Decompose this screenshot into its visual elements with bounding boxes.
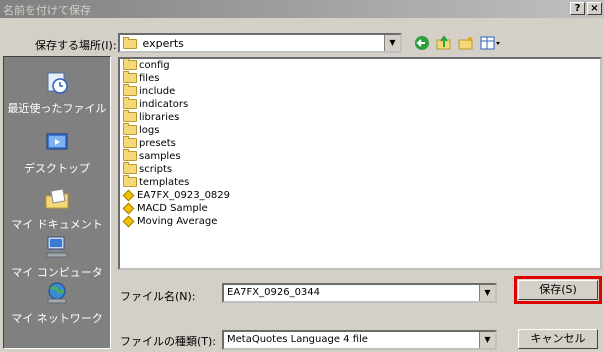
place-recent-files-label: 最近使ったファイル xyxy=(7,102,107,115)
expert-advisor-icon xyxy=(122,202,135,214)
my-network-icon xyxy=(47,282,67,304)
chevron-down-icon[interactable]: ▼ xyxy=(479,332,495,348)
place-my-computer-label: マイ コンピュータ xyxy=(11,266,103,279)
folder-icon xyxy=(123,136,137,148)
list-item[interactable]: presets xyxy=(123,136,176,150)
list-item[interactable]: indicators xyxy=(123,97,188,111)
help-button[interactable]: ? xyxy=(570,2,585,15)
save-location-value: experts xyxy=(142,37,184,50)
list-item[interactable]: MACD Sample xyxy=(122,202,208,215)
folder-icon xyxy=(123,175,137,187)
desktop-icon xyxy=(46,133,68,150)
expert-advisor-icon xyxy=(122,189,135,201)
place-my-computer[interactable]: マイ コンピュータ xyxy=(4,235,110,280)
list-item[interactable]: include xyxy=(123,84,175,98)
folder-icon xyxy=(123,59,137,70)
view-menu-icon[interactable] xyxy=(480,35,502,51)
title-bar[interactable]: 名前を付けて保存 ? × xyxy=(0,0,604,18)
back-icon[interactable] xyxy=(414,35,430,51)
folder-icon xyxy=(123,84,137,96)
list-item[interactable]: samples xyxy=(123,149,181,163)
list-item[interactable]: Moving Average xyxy=(122,215,217,228)
folder-icon xyxy=(123,71,137,83)
window-title: 名前を付けて保存 xyxy=(3,4,91,17)
folder-icon xyxy=(123,123,137,135)
list-item[interactable]: EA7FX_0923_0829 xyxy=(122,189,230,202)
folder-icon xyxy=(123,110,137,122)
expert-advisor-icon xyxy=(122,215,135,227)
place-desktop-label: デスクトップ xyxy=(24,162,90,175)
list-item[interactable]: libraries xyxy=(123,110,179,124)
place-my-documents[interactable]: マイ ドキュメント xyxy=(4,187,110,232)
recent-files-icon xyxy=(47,72,68,94)
save-location-label: 保存する場所(I): xyxy=(35,39,117,52)
places-bar: 最近使ったファイル デスクトップ マイ ドキュメント マイ コンピュータ マイ … xyxy=(3,56,111,349)
list-item[interactable]: scripts xyxy=(123,162,172,176)
filename-value: EA7FX_0926_0344 xyxy=(227,287,321,298)
list-item[interactable]: templates xyxy=(123,175,189,189)
place-my-network[interactable]: マイ ネットワーク xyxy=(4,281,110,326)
filetype-value: MetaQuotes Language 4 file xyxy=(227,334,368,345)
my-documents-icon xyxy=(45,188,69,209)
filename-label: ファイル名(N): xyxy=(120,290,196,303)
new-folder-icon[interactable] xyxy=(458,35,474,51)
folder-icon xyxy=(123,37,137,49)
list-item[interactable]: config xyxy=(123,59,170,72)
folder-icon xyxy=(123,149,137,161)
place-desktop[interactable]: デスクトップ xyxy=(4,131,110,176)
place-recent-files[interactable]: 最近使ったファイル xyxy=(4,71,110,116)
filename-field[interactable]: EA7FX_0926_0344 ▼ xyxy=(222,283,497,303)
folder-icon xyxy=(123,97,137,109)
my-computer-icon xyxy=(46,236,68,258)
chevron-down-icon[interactable]: ▼ xyxy=(384,35,400,51)
close-button[interactable]: × xyxy=(587,2,602,15)
save-as-dialog: 名前を付けて保存 ? × 保存する場所(I): experts ▼ 最近使ったフ… xyxy=(0,0,604,352)
folder-icon xyxy=(123,162,137,174)
filetype-label: ファイルの種類(T): xyxy=(120,335,217,348)
place-my-network-label: マイ ネットワーク xyxy=(11,312,103,325)
save-button-highlight xyxy=(514,276,602,304)
up-folder-icon[interactable] xyxy=(436,35,452,51)
filetype-select[interactable]: MetaQuotes Language 4 file ▼ xyxy=(222,330,497,350)
place-my-documents-label: マイ ドキュメント xyxy=(11,218,103,231)
file-list[interactable]: config files include indicators librarie… xyxy=(118,57,602,270)
save-location-combo[interactable]: experts ▼ xyxy=(118,33,402,53)
chevron-down-icon[interactable]: ▼ xyxy=(479,285,495,301)
cancel-button[interactable]: キャンセル xyxy=(518,329,598,349)
